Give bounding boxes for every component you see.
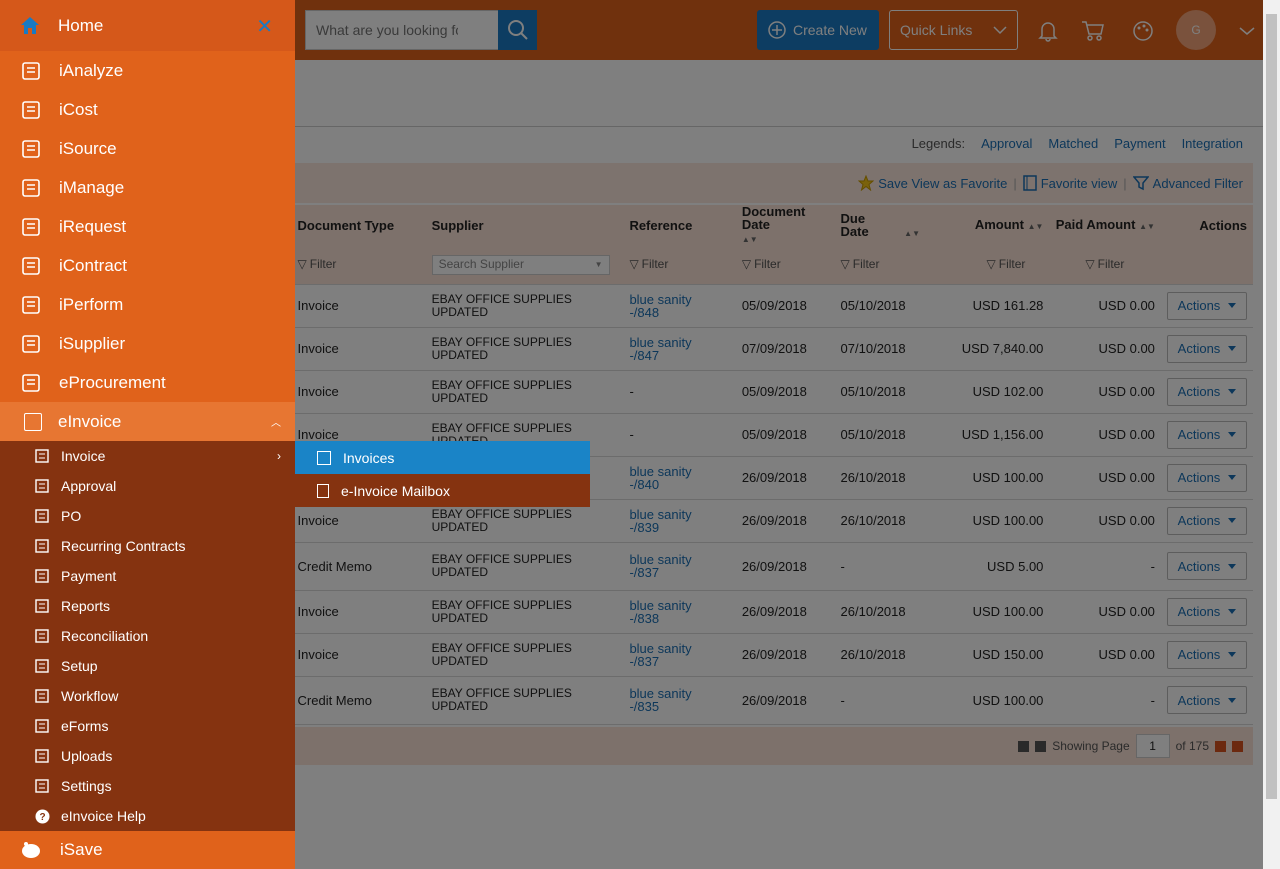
request-icon [20, 216, 41, 237]
reconciliation-icon [34, 628, 50, 644]
sidebar-item-label: iRequest [59, 216, 127, 236]
sidebar: Home ✕ iAnalyze iCost iSource iManage iReque… [0, 0, 295, 869]
submenu-item-einvoice-help[interactable]: ? eInvoice Help [0, 801, 295, 831]
sidebar-item-eprocurement[interactable]: eProcurement [0, 363, 295, 402]
sidebar-item-label: iSource [59, 138, 117, 158]
supplier-icon [20, 333, 41, 354]
sidebar-item-imanage[interactable]: iManage [0, 168, 295, 207]
sidebar-item-icost[interactable]: iCost [0, 90, 295, 129]
setup-icon [34, 658, 50, 674]
reports-icon [34, 598, 50, 614]
submenu-item-workflow[interactable]: Workflow [0, 681, 295, 711]
workflow-icon [34, 688, 50, 704]
flyout-item-invoices[interactable]: Invoices [295, 441, 590, 474]
sidebar-isave-label: iSave [60, 840, 103, 859]
contract-icon [20, 255, 41, 276]
submenu-item-reconciliation[interactable]: Reconciliation [0, 621, 295, 651]
submenu-item-label: Invoice [61, 448, 106, 464]
submenu-item-approval[interactable]: Approval [0, 471, 295, 501]
submenu-item-uploads[interactable]: Uploads [0, 741, 295, 771]
cost-icon [20, 99, 41, 120]
submenu-item-payment[interactable]: Payment [0, 561, 295, 591]
mailbox-icon [317, 483, 329, 498]
submenu-item-label: Reports [61, 598, 111, 614]
sidebar-item-isupplier[interactable]: iSupplier [0, 324, 295, 363]
sidebar-item-home[interactable]: Home [0, 0, 295, 51]
home-icon [21, 16, 39, 34]
manage-icon [20, 177, 41, 198]
sidebar-item-label: iAnalyze [59, 60, 124, 80]
list-icon [317, 450, 331, 465]
sidebar-item-isave[interactable]: iSave [0, 831, 295, 869]
submenu-item-label: Reconciliation [61, 628, 149, 644]
sidebar-item-label: iPerform [59, 294, 124, 314]
sidebar-item-label: iCost [59, 99, 98, 119]
einvoice-submenu: Invoice › Approval PO Recurring Contracts Pay… [0, 441, 295, 831]
sidebar-item-label: iSupplier [59, 333, 126, 353]
submenu-item-label: Uploads [61, 748, 113, 764]
submenu-item-recurring-contracts[interactable]: Recurring Contracts [0, 531, 295, 561]
flyout-item-mailbox[interactable]: e-Invoice Mailbox [295, 474, 590, 507]
submenu-item-setup[interactable]: Setup [0, 651, 295, 681]
scrollbar-thumb[interactable] [1266, 14, 1277, 799]
submenu-item-label: Settings [61, 778, 112, 794]
chevron-up-icon: ︿ [271, 418, 281, 429]
perform-icon [20, 294, 41, 315]
sidebar-home-label: Home [58, 15, 104, 35]
upload-icon [34, 748, 50, 764]
flyout-invoices-label: Invoices [343, 449, 395, 466]
cart-icon [20, 372, 41, 393]
bar-chart-icon [20, 60, 41, 81]
approval-icon [34, 478, 50, 494]
submenu-item-label: Payment [61, 568, 117, 584]
sidebar-item-irequest[interactable]: iRequest [0, 207, 295, 246]
submenu-item-label: eInvoice Help [61, 808, 146, 824]
recurring-icon [34, 538, 50, 554]
submenu-item-label: Recurring Contracts [61, 538, 186, 554]
help-icon: ? [34, 808, 50, 824]
submenu-item-eforms[interactable]: eForms [0, 711, 295, 741]
close-icon[interactable]: ✕ [256, 14, 273, 39]
sidebar-item-iperform[interactable]: iPerform [0, 285, 295, 324]
sidebar-item-label: iManage [59, 177, 125, 197]
flyout-mailbox-label: e-Invoice Mailbox [341, 482, 450, 499]
submenu-item-invoice[interactable]: Invoice › [0, 441, 295, 471]
submenu-item-label: Workflow [61, 688, 119, 704]
submenu-item-settings[interactable]: Settings [0, 771, 295, 801]
invoice-icon [34, 448, 50, 464]
submenu-item-reports[interactable]: Reports [0, 591, 295, 621]
sidebar-einvoice-label: eInvoice [58, 411, 122, 431]
sidebar-item-icontract[interactable]: iContract [0, 246, 295, 285]
eforms-icon [34, 718, 50, 734]
sidebar-item-label: eProcurement [59, 372, 166, 392]
submenu-item-label: Setup [61, 658, 98, 674]
sidebar-item-einvoice[interactable]: eInvoice ︿ [0, 402, 295, 441]
submenu-item-label: Approval [61, 478, 117, 494]
po-icon [34, 508, 50, 524]
sidebar-item-ianalyze[interactable]: iAnalyze [0, 51, 295, 90]
piggy-bank-icon [22, 842, 40, 858]
payment-icon [34, 568, 50, 584]
invoice-flyout-menu: Invoices e-Invoice Mailbox [295, 441, 590, 507]
invoice-icon [24, 412, 42, 431]
submenu-item-po[interactable]: PO [0, 501, 295, 531]
submenu-item-label: PO [61, 508, 82, 524]
submenu-item-label: eForms [61, 718, 109, 734]
sidebar-item-isource[interactable]: iSource [0, 129, 295, 168]
sidebar-item-label: iContract [59, 255, 128, 275]
settings-icon [34, 778, 50, 794]
search-user-icon [20, 138, 41, 159]
chevron-right-icon: › [277, 449, 281, 463]
svg-text:?: ? [39, 812, 45, 823]
